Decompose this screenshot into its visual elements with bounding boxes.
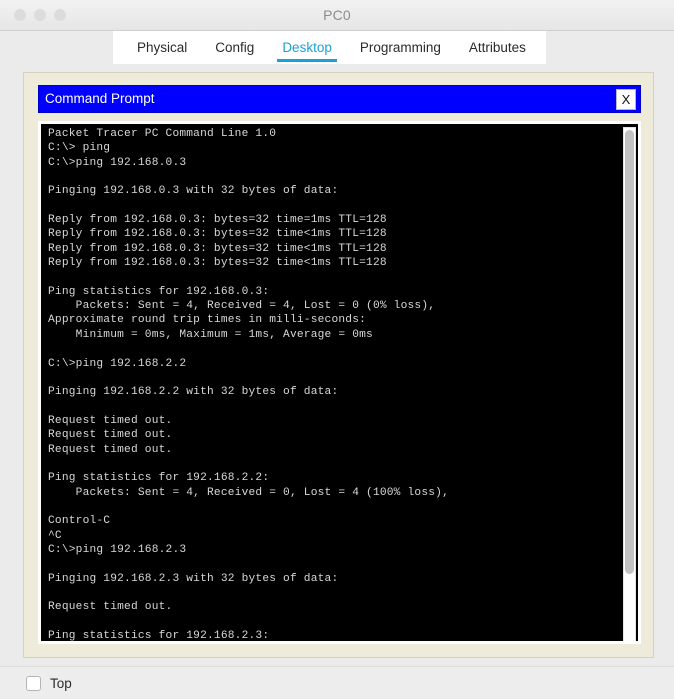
tab-desktop[interactable]: Desktop xyxy=(268,31,346,64)
tab-physical[interactable]: Physical xyxy=(123,31,201,64)
terminal-output-area[interactable]: Packet Tracer PC Command Line 1.0 C:\> p… xyxy=(41,124,638,641)
top-checkbox-row[interactable]: Top xyxy=(26,676,72,691)
terminal-scrollbar-thumb[interactable] xyxy=(625,130,634,574)
desktop-app-panel: Command Prompt X Packet Tracer PC Comman… xyxy=(23,72,654,658)
top-checkbox[interactable] xyxy=(26,676,41,691)
command-prompt-titlebar: Command Prompt X xyxy=(38,85,641,113)
window-titlebar: PC0 xyxy=(0,0,674,31)
tab-strip: Physical Config Desktop Programming Attr… xyxy=(113,31,546,64)
command-prompt-title: Command Prompt xyxy=(45,91,155,106)
terminal-scrollbar[interactable] xyxy=(623,127,636,641)
command-prompt-window: Command Prompt X Packet Tracer PC Comman… xyxy=(38,85,641,644)
tab-config[interactable]: Config xyxy=(201,31,268,64)
tab-programming[interactable]: Programming xyxy=(346,31,455,64)
bottom-bar: Top xyxy=(0,666,674,699)
terminal-output-text: Packet Tracer PC Command Line 1.0 C:\> p… xyxy=(48,128,449,641)
terminal-frame: Packet Tracer PC Command Line 1.0 C:\> p… xyxy=(38,121,641,644)
top-checkbox-label: Top xyxy=(50,676,72,691)
tab-attributes[interactable]: Attributes xyxy=(455,31,540,64)
close-icon[interactable]: X xyxy=(616,89,636,110)
tab-bar: Physical Config Desktop Programming Attr… xyxy=(0,31,674,64)
window-title: PC0 xyxy=(323,7,351,23)
